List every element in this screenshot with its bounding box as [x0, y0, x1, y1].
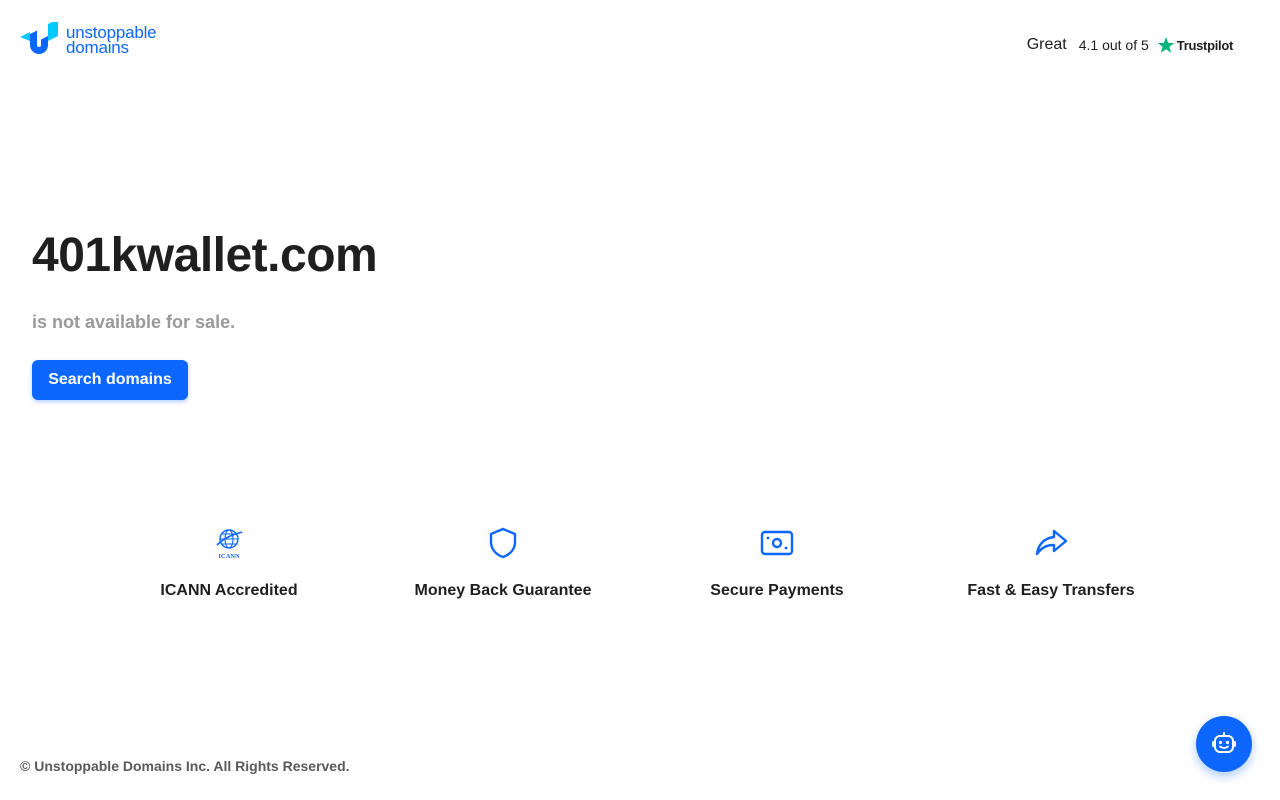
page: unstoppable domains Great 4.1 out of 5 T… [0, 0, 1280, 800]
feature-label: ICANN Accredited [160, 582, 298, 599]
trustpilot-widget[interactable]: Great 4.1 out of 5 Trustpilot [1026, 36, 1234, 54]
domain-name-title: 401kwallet.com [32, 229, 378, 282]
trustpilot-brand: Trustpilot [1176, 37, 1234, 53]
unstoppable-domains-logo[interactable]: unstoppable domains [20, 22, 157, 58]
icann-globe-icon: ICANN [216, 529, 243, 560]
logo-wordmark: unstoppable domains [66, 24, 157, 57]
feature-icann: ICANN ICANN Accredited [99, 526, 359, 600]
logo-line2: domains [66, 38, 129, 57]
trustpilot-score: 4.1 out of 5 [1078, 37, 1149, 53]
feature-secure-payments: Secure Payments [647, 526, 907, 600]
payment-card-icon [760, 530, 794, 556]
chat-assistant-button[interactable] [1196, 716, 1252, 772]
forward-arrow-icon [1035, 529, 1068, 556]
features-row: ICANN ICANN Accredited Money Back Guaran… [0, 526, 1280, 616]
availability-status: is not available for sale. [32, 312, 236, 332]
shield-icon [489, 527, 517, 559]
search-domains-button[interactable]: Search domains [32, 360, 188, 400]
feature-label: Secure Payments [710, 582, 844, 599]
trustpilot-star-icon [1157, 37, 1175, 53]
trustpilot-rating-word: Great [1026, 36, 1067, 53]
copyright-notice: © Unstoppable Domains Inc. All Rights Re… [20, 758, 350, 774]
chatbot-icon [1212, 732, 1236, 753]
feature-label: Fast & Easy Transfers [967, 582, 1135, 599]
unstoppable-logo-icon [20, 22, 58, 54]
feature-label: Money Back Guarantee [414, 582, 592, 599]
icann-caption: ICANN [218, 553, 240, 560]
feature-fast-transfers: Fast & Easy Transfers [921, 526, 1181, 600]
feature-money-back: Money Back Guarantee [373, 526, 633, 600]
